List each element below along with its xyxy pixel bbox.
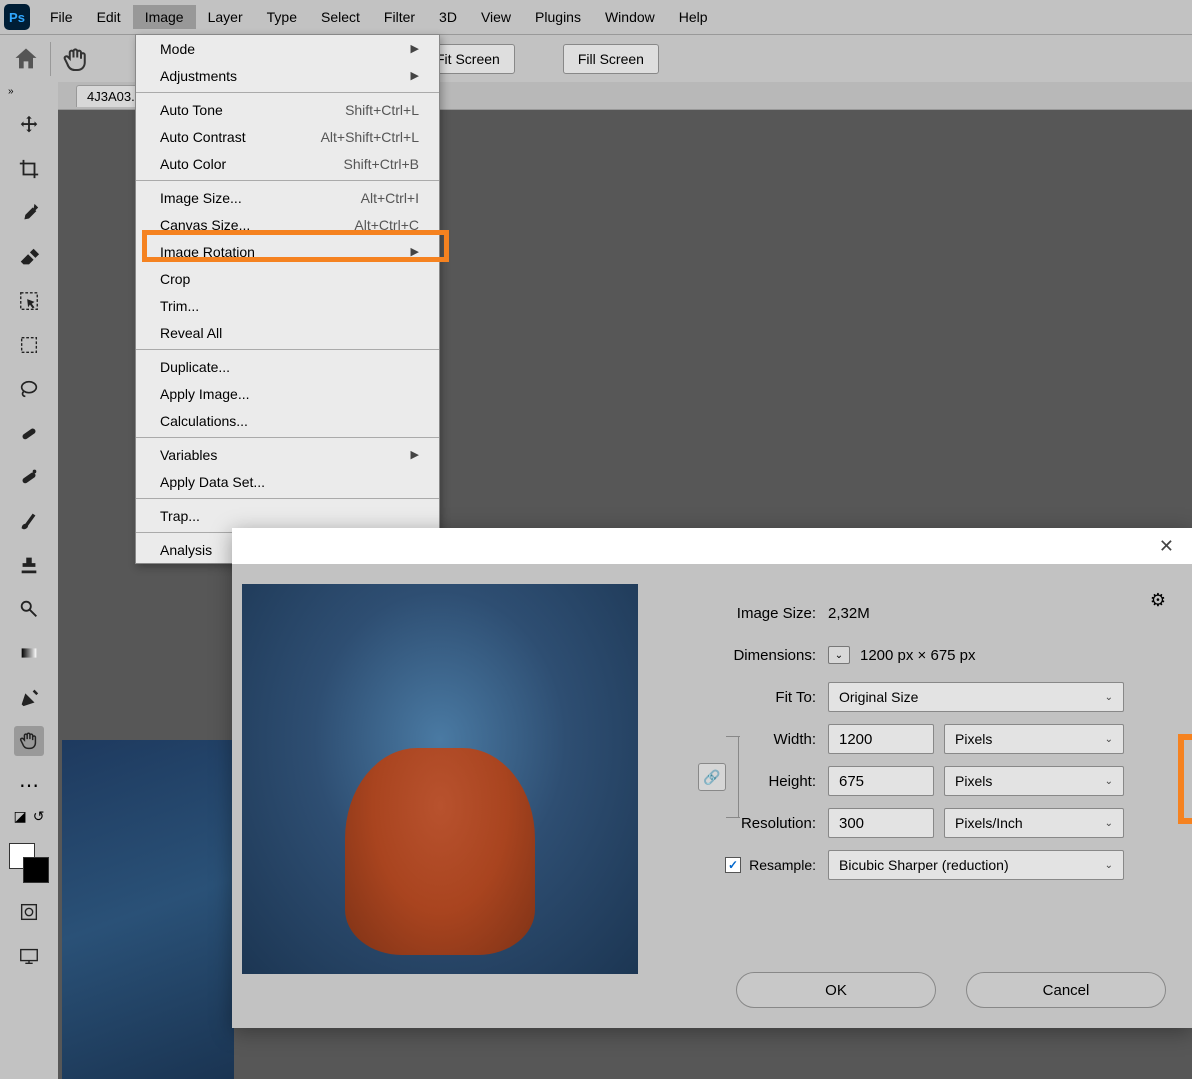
menu-file[interactable]: File bbox=[38, 5, 85, 29]
resample-label: Resample: bbox=[749, 857, 816, 873]
resample-checkbox[interactable]: ✓ bbox=[725, 857, 741, 873]
menubar: Ps File Edit Image Layer Type Select Fil… bbox=[0, 0, 1192, 34]
hand-tool-icon[interactable] bbox=[61, 45, 91, 73]
menu-item-auto-tone[interactable]: Auto ToneShift+Ctrl+L bbox=[136, 96, 439, 123]
stamp-tool[interactable] bbox=[14, 550, 44, 580]
resolution-input[interactable]: 300 bbox=[828, 808, 934, 838]
menu-help[interactable]: Help bbox=[667, 5, 720, 29]
preview-pane bbox=[232, 564, 648, 1028]
menu-item-auto-contrast[interactable]: Auto ContrastAlt+Shift+Ctrl+L bbox=[136, 123, 439, 150]
menu-layer[interactable]: Layer bbox=[196, 5, 255, 29]
menu-item-image-size[interactable]: Image Size...Alt+Ctrl+I bbox=[136, 184, 439, 211]
eraser-tool[interactable] bbox=[14, 242, 44, 272]
screenmode-tool[interactable] bbox=[14, 941, 44, 971]
menu-filter[interactable]: Filter bbox=[372, 5, 427, 29]
image-size-label: Image Size: bbox=[658, 605, 828, 622]
object-select-tool[interactable] bbox=[14, 286, 44, 316]
menu-item-auto-color[interactable]: Auto ColorShift+Ctrl+B bbox=[136, 150, 439, 177]
dialog-header: ✕ bbox=[232, 528, 1192, 564]
color-swatches[interactable] bbox=[9, 843, 49, 883]
preview-image bbox=[242, 584, 638, 974]
swatch-reset[interactable]: ◪↺ bbox=[14, 808, 45, 825]
menu-item-reveal-all[interactable]: Reveal All bbox=[136, 319, 439, 346]
quickmask-tool[interactable] bbox=[14, 897, 44, 927]
gear-icon[interactable]: ⚙ bbox=[1150, 590, 1166, 611]
menu-edit[interactable]: Edit bbox=[85, 5, 133, 29]
lasso-tool[interactable] bbox=[14, 374, 44, 404]
menu-item-variables[interactable]: Variables▶ bbox=[136, 441, 439, 468]
toolbar: » ⋯ ◪↺ bbox=[0, 82, 58, 1079]
more-tools[interactable]: ⋯ bbox=[14, 770, 44, 800]
canvas-image bbox=[62, 740, 234, 1079]
resample-select[interactable]: Bicubic Sharper (reduction)⌄ bbox=[828, 850, 1124, 880]
resolution-label: Resolution: bbox=[658, 815, 828, 832]
dimensions-toggle[interactable]: ⌄ bbox=[828, 646, 850, 664]
highlight-width-height bbox=[1178, 734, 1192, 824]
menu-select[interactable]: Select bbox=[309, 5, 372, 29]
menu-plugins[interactable]: Plugins bbox=[523, 5, 593, 29]
fill-screen-button[interactable]: Fill Screen bbox=[563, 44, 659, 74]
width-unit-select[interactable]: Pixels⌄ bbox=[944, 724, 1124, 754]
menu-item-image-rotation[interactable]: Image Rotation▶ bbox=[136, 238, 439, 265]
home-icon[interactable] bbox=[12, 45, 40, 73]
menu-view[interactable]: View bbox=[469, 5, 523, 29]
menu-item-mode[interactable]: Mode▶ bbox=[136, 35, 439, 62]
healing-brush-tool[interactable] bbox=[14, 418, 44, 448]
brush-tool[interactable] bbox=[14, 506, 44, 536]
fit-to-label: Fit To: bbox=[658, 689, 828, 706]
link-icon[interactable]: 🔗 bbox=[698, 763, 726, 791]
menu-item-apply-data-set[interactable]: Apply Data Set... bbox=[136, 468, 439, 495]
hand-tool[interactable] bbox=[14, 726, 44, 756]
menu-item-apply-image[interactable]: Apply Image... bbox=[136, 380, 439, 407]
move-tool[interactable] bbox=[14, 110, 44, 140]
width-label: Width: bbox=[658, 731, 828, 748]
menu-item-crop[interactable]: Crop bbox=[136, 265, 439, 292]
menu-3d[interactable]: 3D bbox=[427, 5, 469, 29]
menu-item-calculations[interactable]: Calculations... bbox=[136, 407, 439, 434]
close-icon[interactable]: ✕ bbox=[1159, 536, 1174, 557]
pen-tool[interactable] bbox=[14, 682, 44, 712]
image-size-dialog: ✕ ⚙ Image Size: 2,32M Dimensions: ⌄ 1200… bbox=[232, 528, 1192, 1028]
width-input[interactable]: 1200 bbox=[828, 724, 934, 754]
height-label: Height: bbox=[658, 773, 828, 790]
height-input[interactable]: 675 bbox=[828, 766, 934, 796]
gradient-tool[interactable] bbox=[14, 638, 44, 668]
dodge-tool[interactable] bbox=[14, 594, 44, 624]
menu-item-trim[interactable]: Trim... bbox=[136, 292, 439, 319]
height-unit-select[interactable]: Pixels⌄ bbox=[944, 766, 1124, 796]
constrain-link[interactable]: 🔗 bbox=[698, 736, 728, 818]
menu-item-canvas-size[interactable]: Canvas Size...Alt+Ctrl+C bbox=[136, 211, 439, 238]
crop-tool[interactable] bbox=[14, 154, 44, 184]
dimensions-label: Dimensions: bbox=[658, 647, 828, 664]
clone-stamp-tool[interactable] bbox=[14, 462, 44, 492]
menu-item-adjustments[interactable]: Adjustments▶ bbox=[136, 62, 439, 89]
cancel-button[interactable]: Cancel bbox=[966, 972, 1166, 1008]
fit-to-select[interactable]: Original Size⌄ bbox=[828, 682, 1124, 712]
menu-type[interactable]: Type bbox=[255, 5, 309, 29]
menu-window[interactable]: Window bbox=[593, 5, 667, 29]
dimensions-value: 1200 px × 675 px bbox=[860, 647, 976, 664]
controls-pane: ⚙ Image Size: 2,32M Dimensions: ⌄ 1200 p… bbox=[648, 564, 1192, 1028]
menu-item-trap[interactable]: Trap... bbox=[136, 502, 439, 529]
marquee-tool[interactable] bbox=[14, 330, 44, 360]
image-size-value: 2,32M bbox=[828, 605, 870, 622]
eyedropper-tool[interactable] bbox=[14, 198, 44, 228]
resolution-unit-select[interactable]: Pixels/Inch⌄ bbox=[944, 808, 1124, 838]
menu-image[interactable]: Image bbox=[133, 5, 196, 29]
image-menu-dropdown: Mode▶Adjustments▶Auto ToneShift+Ctrl+LAu… bbox=[135, 34, 440, 564]
toolbar-expand[interactable]: » bbox=[8, 86, 14, 97]
ps-logo: Ps bbox=[4, 4, 30, 30]
menu-item-duplicate[interactable]: Duplicate... bbox=[136, 353, 439, 380]
ok-button[interactable]: OK bbox=[736, 972, 936, 1008]
